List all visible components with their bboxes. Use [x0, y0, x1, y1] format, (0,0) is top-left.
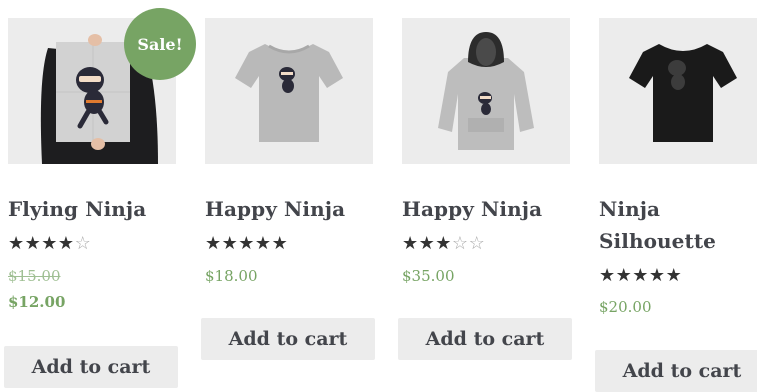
star-empty-icon: ☆ [468, 233, 486, 254]
star-filled-icon: ★ [599, 265, 616, 286]
sale-price: $12.00 [8, 293, 66, 311]
star-filled-icon: ★ [24, 233, 42, 254]
price: $20.00 [599, 298, 652, 316]
product-title-line: Silhouette [599, 229, 716, 253]
star-filled-icon: ★ [632, 265, 649, 286]
price: $35.00 [402, 267, 455, 285]
star-filled-icon: ★ [418, 233, 436, 254]
star-empty-icon: ☆ [451, 233, 469, 254]
hoodie-grey-icon [402, 18, 570, 164]
star-rating: ★★★★☆ [8, 234, 91, 254]
add-to-cart-button[interactable]: Add to cart [201, 318, 375, 360]
star-filled-icon: ★ [665, 265, 683, 286]
product-image-ninja-silhouette[interactable] [599, 18, 757, 164]
star-filled-icon: ★ [402, 233, 419, 254]
tshirt-grey-icon [205, 18, 373, 164]
product-title[interactable]: Ninja Silhouette [599, 193, 757, 257]
star-rating: ★★★★★ [205, 234, 288, 254]
tshirt-black-icon [599, 18, 757, 164]
star-filled-icon: ★ [8, 233, 25, 254]
add-to-cart-button[interactable]: Add to cart [4, 346, 178, 388]
product-title-line: Ninja [599, 197, 661, 221]
star-filled-icon: ★ [435, 233, 452, 254]
star-filled-icon: ★ [205, 233, 222, 254]
regular-price: $15.00 [8, 267, 61, 285]
product-title[interactable]: Happy Ninja [205, 193, 380, 225]
product-title[interactable]: Flying Ninja [8, 193, 183, 225]
add-to-cart-button[interactable]: Add to cart [398, 318, 572, 360]
sale-badge: Sale! [124, 8, 196, 80]
star-filled-icon: ★ [254, 233, 272, 254]
star-rating: ★★★★★ [599, 266, 682, 286]
star-filled-icon: ★ [238, 233, 255, 254]
star-filled-icon: ★ [57, 233, 75, 254]
product-image-happy-ninja-hoodie[interactable] [402, 18, 570, 164]
star-empty-icon: ☆ [74, 233, 92, 254]
star-filled-icon: ★ [615, 265, 633, 286]
add-to-cart-button[interactable]: Add to cart [595, 350, 757, 392]
star-filled-icon: ★ [648, 265, 666, 286]
price: $18.00 [205, 267, 258, 285]
product-image-happy-ninja-tshirt[interactable] [205, 18, 373, 164]
star-filled-icon: ★ [41, 233, 58, 254]
product-title[interactable]: Happy Ninja [402, 193, 577, 225]
star-filled-icon: ★ [221, 233, 239, 254]
star-rating: ★★★☆☆ [402, 234, 485, 254]
star-filled-icon: ★ [271, 233, 289, 254]
